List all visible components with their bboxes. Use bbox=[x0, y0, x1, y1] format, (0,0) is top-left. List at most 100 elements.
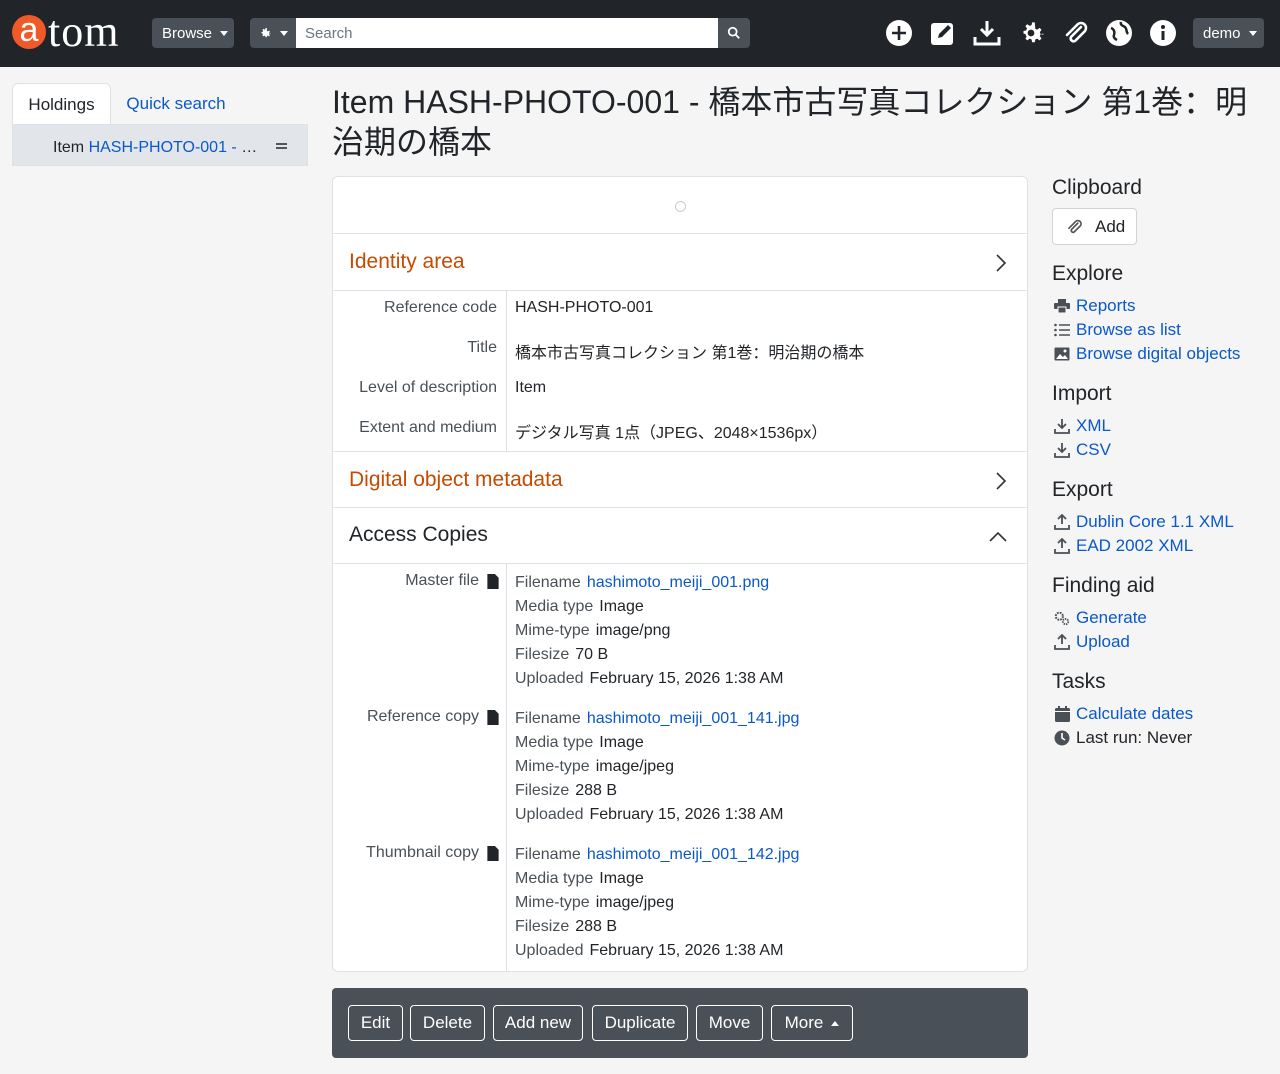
loading-indicator bbox=[675, 201, 686, 212]
search-options-button[interactable] bbox=[250, 18, 296, 48]
move-button[interactable]: Move bbox=[696, 1005, 763, 1041]
list-icon bbox=[1054, 322, 1070, 338]
key-label: Media type bbox=[515, 870, 594, 887]
last-run-text: Last run: Never bbox=[1076, 728, 1193, 747]
filename-link[interactable]: hashimoto_meiji_001.png bbox=[587, 574, 769, 591]
digital-object-metadata-header[interactable]: Digital object metadata bbox=[333, 451, 1027, 508]
more-button[interactable]: More bbox=[771, 1005, 853, 1041]
edit-button[interactable]: Edit bbox=[348, 1005, 403, 1041]
filename-link[interactable]: hashimoto_meiji_001_141.jpg bbox=[587, 710, 800, 727]
reports-link[interactable]: Reports bbox=[1054, 294, 1136, 318]
settings-icon[interactable] bbox=[1016, 18, 1046, 48]
duplicate-button[interactable]: Duplicate bbox=[592, 1005, 688, 1041]
uploaded-value: February 15, 2026 1:38 AM bbox=[589, 806, 784, 823]
upload-icon bbox=[1054, 514, 1070, 530]
logo-text: tom bbox=[48, 7, 120, 56]
reference-copy-label: Reference copy bbox=[333, 708, 499, 726]
media-type-value: Image bbox=[599, 870, 644, 887]
link-text: Calculate dates bbox=[1076, 704, 1194, 723]
mime-type-value: image/jpeg bbox=[595, 758, 674, 775]
field-value: Item bbox=[515, 379, 547, 396]
uploaded-value: February 15, 2026 1:38 AM bbox=[589, 942, 784, 959]
key-label: Filename bbox=[515, 710, 581, 727]
clipboard-add-label: Add bbox=[1095, 216, 1126, 236]
atom-logo[interactable]: a tom bbox=[12, 8, 119, 56]
add-icon[interactable] bbox=[884, 18, 914, 48]
image-icon bbox=[1054, 346, 1070, 362]
user-menu-button[interactable]: demo bbox=[1193, 18, 1264, 48]
upload-finding-aid-link[interactable]: Upload bbox=[1054, 630, 1130, 654]
gears-icon bbox=[1054, 610, 1070, 626]
delete-button[interactable]: Delete bbox=[410, 1005, 485, 1041]
download-icon[interactable] bbox=[972, 18, 1002, 48]
gear-icon bbox=[261, 28, 271, 38]
paperclip-icon[interactable] bbox=[1060, 18, 1090, 48]
filesize-value: 288 B bbox=[575, 782, 618, 799]
copy-label-text: Reference copy bbox=[366, 708, 479, 725]
globe-icon[interactable] bbox=[1104, 18, 1134, 48]
explore-heading: Explore bbox=[1052, 262, 1124, 285]
master-file-label: Master file bbox=[333, 572, 499, 590]
key-label: Filesize bbox=[515, 646, 570, 663]
filesize-value: 288 B bbox=[575, 918, 618, 935]
key-label: Filesize bbox=[515, 782, 570, 799]
browse-menu-button[interactable]: Browse bbox=[152, 18, 234, 48]
download-icon bbox=[1054, 418, 1070, 434]
file-icon bbox=[487, 573, 499, 589]
browse-label: Browse bbox=[162, 24, 213, 42]
media-type-value: Image bbox=[599, 598, 644, 615]
master-file-details: Filename hashimoto_meiji_001.png Media ty… bbox=[515, 571, 783, 691]
identity-area-title: Identity area bbox=[349, 250, 465, 273]
key-label: Mime-type bbox=[515, 758, 590, 775]
link-text: Dublin Core 1.1 XML bbox=[1076, 512, 1234, 531]
last-run-status: Last run: Never bbox=[1054, 726, 1192, 750]
key-label: Media type bbox=[515, 598, 594, 615]
key-label: Media type bbox=[515, 734, 594, 751]
calculate-dates-link[interactable]: Calculate dates bbox=[1054, 702, 1193, 726]
copy-label-text: Thumbnail copy bbox=[366, 844, 479, 861]
field-label: Extent and medium bbox=[359, 419, 497, 436]
clipboard-add-button[interactable]: Add bbox=[1052, 208, 1137, 245]
digital-object-preview bbox=[333, 177, 1027, 234]
filename-link[interactable]: hashimoto_meiji_001_142.jpg bbox=[587, 846, 800, 863]
left-tabs: Holdings Quick search bbox=[12, 83, 308, 125]
field-level-of-description: Level of description Item bbox=[333, 379, 1027, 419]
key-label: Mime-type bbox=[515, 894, 590, 911]
access-copies-header[interactable]: Access Copies bbox=[333, 507, 1027, 564]
import-csv-link[interactable]: CSV bbox=[1054, 438, 1111, 462]
identity-area-header[interactable]: Identity area bbox=[333, 234, 1027, 291]
export-heading: Export bbox=[1052, 478, 1113, 501]
key-label: Uploaded bbox=[515, 942, 584, 959]
upload-icon bbox=[1054, 538, 1070, 554]
field-value: 橋本市古写真コレクション 第1巻：明治期の橋本 bbox=[515, 345, 865, 362]
field-value: デジタル写真 1点（JPEG、2048×1536px） bbox=[515, 425, 828, 442]
filesize-value: 70 B bbox=[575, 646, 609, 663]
info-icon[interactable] bbox=[1148, 18, 1178, 48]
key-label: Uploaded bbox=[515, 670, 584, 687]
copy-label-text: Master file bbox=[405, 572, 479, 589]
field-label: Title bbox=[467, 339, 497, 356]
paperclip-icon bbox=[1068, 219, 1082, 233]
search-input[interactable]: Search bbox=[296, 18, 718, 48]
chevron-up-icon bbox=[989, 531, 1007, 542]
export-ead-link[interactable]: EAD 2002 XML bbox=[1054, 534, 1193, 558]
tab-holdings[interactable]: Holdings bbox=[12, 83, 111, 125]
link-text: CSV bbox=[1076, 440, 1111, 459]
tree-item[interactable]: Item HASH-PHOTO-001 - 橋本市古写真コレクション 第1巻：明… bbox=[53, 133, 269, 157]
generate-finding-aid-link[interactable]: Generate bbox=[1054, 606, 1147, 630]
edit-icon[interactable] bbox=[928, 18, 958, 48]
clock-icon bbox=[1054, 730, 1070, 746]
import-xml-link[interactable]: XML bbox=[1054, 414, 1111, 438]
export-dublin-core-link[interactable]: Dublin Core 1.1 XML bbox=[1054, 510, 1234, 534]
mime-type-value: image/jpeg bbox=[595, 894, 674, 911]
browse-digital-objects-link[interactable]: Browse digital objects bbox=[1054, 342, 1240, 366]
tree-item-link[interactable]: HASH-PHOTO-001 - 橋本市古写真コレクション 第1巻：明治期の橋本 bbox=[89, 139, 269, 156]
search-submit-button[interactable] bbox=[718, 18, 750, 48]
drag-handle-icon[interactable] bbox=[276, 143, 287, 149]
browse-as-list-link[interactable]: Browse as list bbox=[1054, 318, 1181, 342]
tab-quick-search[interactable]: Quick search bbox=[112, 83, 240, 125]
add-new-button[interactable]: Add new bbox=[493, 1005, 583, 1041]
upload-icon bbox=[1054, 634, 1070, 650]
description-card: Identity area Reference code HASH-PHOTO-… bbox=[332, 176, 1028, 972]
mime-type-value: image/png bbox=[595, 622, 671, 639]
